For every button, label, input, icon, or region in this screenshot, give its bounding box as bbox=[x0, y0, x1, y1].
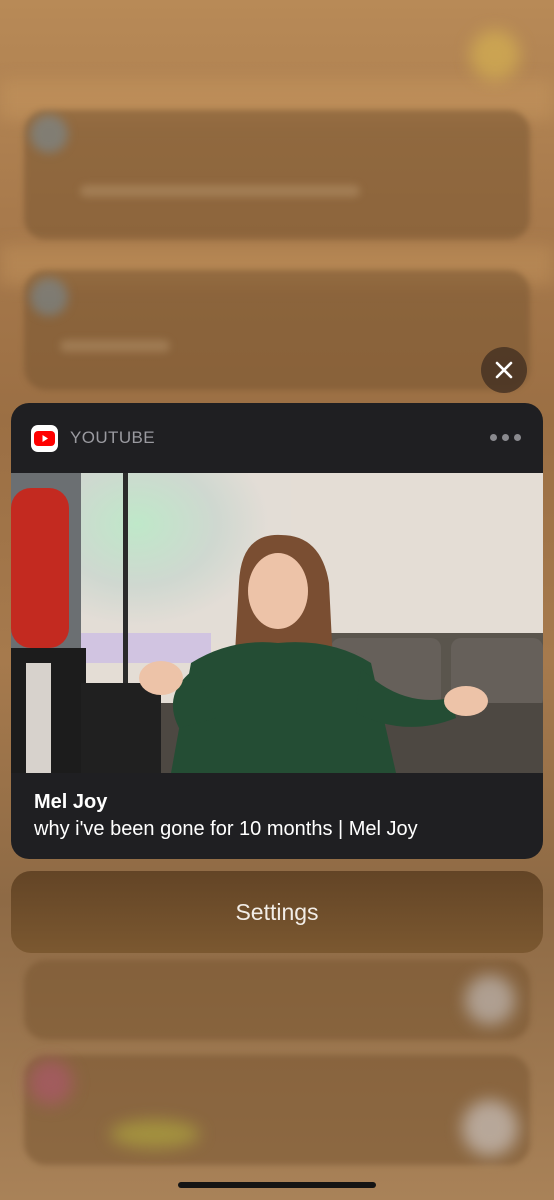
bg-thumb bbox=[462, 1100, 518, 1156]
notification-text: Mel Joy why i've been gone for 10 months… bbox=[11, 773, 543, 843]
bg-text-line bbox=[80, 185, 360, 197]
settings-label: Settings bbox=[235, 898, 319, 925]
bg-notification-card bbox=[24, 110, 530, 240]
bg-app-dot bbox=[30, 115, 68, 153]
bg-thumb bbox=[465, 975, 515, 1025]
bg-text-line bbox=[60, 340, 170, 352]
close-button[interactable] bbox=[481, 347, 527, 393]
video-thumbnail[interactable] bbox=[11, 473, 543, 773]
home-indicator[interactable] bbox=[178, 1182, 376, 1188]
thumbnail-image bbox=[11, 473, 543, 773]
notification-title: Mel Joy bbox=[34, 791, 108, 813]
bg-blob bbox=[470, 30, 520, 80]
notification-body: why i've been gone for 10 months | Mel J… bbox=[34, 818, 418, 840]
bg-app-dot bbox=[30, 278, 68, 316]
youtube-logo-icon bbox=[31, 424, 58, 452]
app-name: YOUTUBE bbox=[70, 428, 155, 447]
settings-button[interactable]: Settings bbox=[11, 871, 543, 953]
bg-app-dot bbox=[28, 1060, 73, 1105]
bg-notification-card bbox=[24, 1055, 530, 1165]
notification-card[interactable]: YOUTUBE Mel Joy why i've been gone for 1… bbox=[11, 403, 543, 859]
bg-blob bbox=[110, 1120, 200, 1148]
close-icon bbox=[495, 361, 513, 379]
notification-header: YOUTUBE bbox=[11, 403, 543, 473]
ellipsis-icon[interactable] bbox=[490, 434, 521, 441]
bg-notification-card bbox=[24, 270, 530, 390]
bg-notification-card bbox=[24, 960, 530, 1040]
